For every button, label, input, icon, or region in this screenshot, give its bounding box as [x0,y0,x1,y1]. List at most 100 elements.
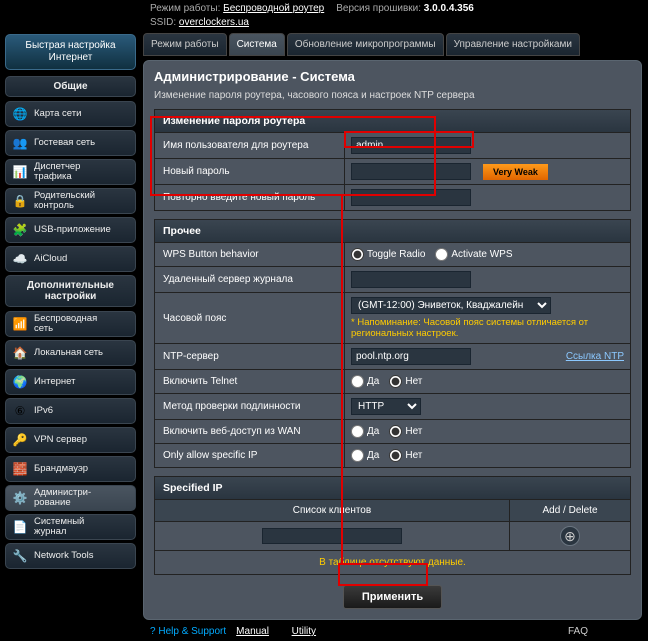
row-new-password: Новый пароль Very Weak [154,159,631,185]
help-link[interactable]: Help & Support [150,626,226,637]
webwan-yes[interactable]: Да [351,425,379,438]
new-password-input[interactable] [351,163,471,180]
cloud-icon: ☁️ [12,251,28,267]
login-input[interactable] [351,137,471,154]
sidebar: Быстрая настройка Интернет Общие 🌐 Карта … [0,31,141,620]
apply-button[interactable]: Применить [343,585,442,609]
label-wps: WPS Button behavior [155,243,345,266]
spec-header: Specified IP [154,476,631,500]
sidebar-item-firewall[interactable]: 🧱 Брандмауэр [5,456,136,482]
tab-settings[interactable]: Управление настройками [446,33,580,56]
tab-firmware[interactable]: Обновление микропрограммы [287,33,444,56]
label-webwan: Включить веб-доступ из WAN [155,420,345,443]
tz-hint: * Напоминание: Часовой пояс системы отли… [351,317,624,339]
specip-yes[interactable]: Да [351,449,379,462]
globe-icon: 🌐 [12,106,28,122]
sidebar-item-syslog[interactable]: 📄 Системныйжурнал [5,514,136,540]
sidebar-item-admin[interactable]: ⚙️ Администри-рование [5,485,136,511]
sidebar-item-label: Интернет [34,377,75,387]
wrench-icon: 🔧 [12,548,28,564]
wps-activate-radio[interactable]: Activate WPS [435,248,512,261]
wps-radio-group: Toggle Radio Activate WPS [351,248,513,261]
manual-link[interactable]: Manual [236,626,269,637]
home-icon: 🏠 [12,345,28,361]
label-tz: Часовой пояс [155,293,345,343]
row-login: Имя пользователя для роутера [154,133,631,159]
panel: Администрирование - Система Изменение па… [143,60,642,620]
sidebar-item-label: IPv6 [34,406,53,416]
sidebar-item-label: Гостевая сеть [34,138,95,148]
utility-link[interactable]: Utility [292,626,316,637]
sidebar-item-guest[interactable]: 👥Гостевая сеть [5,130,136,156]
strength-badge: Very Weak [483,164,548,180]
label-auth: Метод проверки подлинности [155,394,345,419]
sidebar-item-label: Брандмауэр [34,464,88,474]
sidebar-item-label: Родительскийконтроль [34,191,95,212]
row-telnet: Включить Telnet Да Нет [154,370,631,394]
quick-setup-button[interactable]: Быстрая настройка Интернет [5,34,136,70]
webwan-no[interactable]: Нет [389,425,422,438]
page-title: Администрирование - Система [154,69,631,84]
empty-message: В таблице отсутствуют данные. [154,551,631,575]
sidebar-item-wan[interactable]: 🌍Интернет [5,369,136,395]
tabs: Режим работы Система Обновление микропро… [143,33,642,56]
client-ip-input[interactable] [262,528,402,544]
ntp-input[interactable] [351,348,471,365]
sidebar-item-tools[interactable]: 🔧 Network Tools [5,543,136,569]
label-telnet: Включить Telnet [155,370,345,393]
sidebar-item-label: Системныйжурнал [34,517,84,538]
key-icon: 🔑 [12,432,28,448]
sidebar-item-label: Карта сети [34,109,81,119]
gear-icon: ⚙️ [12,490,28,506]
sidebar-item-map[interactable]: 🌐 Карта сети [5,101,136,127]
sidebar-item-traffic[interactable]: 📊 Диспетчертрафика [5,159,136,185]
label-login: Имя пользователя для роутера [155,133,345,158]
wall-icon: 🧱 [12,461,28,477]
add-button[interactable]: ⊕ [560,526,580,546]
row-ntp: NTP-сервер Ссылка NTP [154,344,631,370]
telnet-no[interactable]: Нет [389,375,422,388]
gauge-icon: 📊 [12,164,28,180]
sidebar-item-ipv6[interactable]: ⑥IPv6 [5,398,136,424]
remote-log-input[interactable] [351,271,471,288]
telnet-yes[interactable]: Да [351,375,379,388]
sidebar-item-lan[interactable]: 🏠Локальная сеть [5,340,136,366]
auth-select[interactable]: HTTP [351,398,421,415]
sidebar-item-label: Администри-рование [34,488,91,509]
faq-link[interactable]: FAQ [568,626,588,637]
th-add-delete: Add / Delete [510,500,630,521]
ssid-value[interactable]: overclockers.ua [179,17,249,28]
page-subtitle: Изменение пароля роутера, часового пояса… [154,90,631,101]
tab-mode[interactable]: Режим работы [143,33,227,56]
ssid-label: SSID: [150,17,176,28]
sidebar-item-label: VPN сервер [34,435,87,445]
main-content: Режим работы Система Обновление микропро… [141,31,648,620]
mode-label: Режим работы: [150,3,220,14]
fw-label: Версия прошивки: [336,3,421,14]
plug-icon: 🧩 [12,222,28,238]
row-remote-log: Удаленный сервер журнала [154,267,631,293]
specified-ip-section: Specified IP Список клиентов Add / Delet… [154,476,631,575]
sidebar-item-label: AiCloud [34,254,67,264]
sidebar-item-label: Диспетчертрафика [34,162,80,183]
sidebar-item-parental[interactable]: 🔒Родительскийконтроль [5,188,136,214]
list-icon: 📄 [12,519,28,535]
timezone-select[interactable]: (GMT-12:00) Эниветок, Кваджалейн [351,297,551,314]
wps-toggle-radio[interactable]: Toggle Radio [351,248,425,261]
sidebar-item-wireless[interactable]: 📶Беспроводнаясеть [5,311,136,337]
sidebar-item-label: Network Tools [34,551,94,561]
confirm-password-input[interactable] [351,189,471,206]
spec-table: Список клиентов Add / Delete ⊕ В таблице… [154,500,631,575]
sidebar-item-aicloud[interactable]: ☁️ AiCloud [5,246,136,272]
sidebar-item-label: Беспроводнаясеть [34,314,97,335]
row-timezone: Часовой пояс (GMT-12:00) Эниветок, Квадж… [154,293,631,344]
section-general: Общие [5,76,136,97]
sidebar-item-vpn[interactable]: 🔑 VPN сервер [5,427,136,453]
ntp-link[interactable]: Ссылка NTP [566,351,624,362]
fw-value: 3.0.0.4.356 [424,3,474,14]
label-confirmpw: Повторно введите новый пароль [155,185,345,210]
mode-value[interactable]: Беспроводной роутер [223,3,324,14]
specip-no[interactable]: Нет [389,449,422,462]
sidebar-item-usb[interactable]: 🧩USB-приложение [5,217,136,243]
tab-system[interactable]: Система [229,33,285,56]
